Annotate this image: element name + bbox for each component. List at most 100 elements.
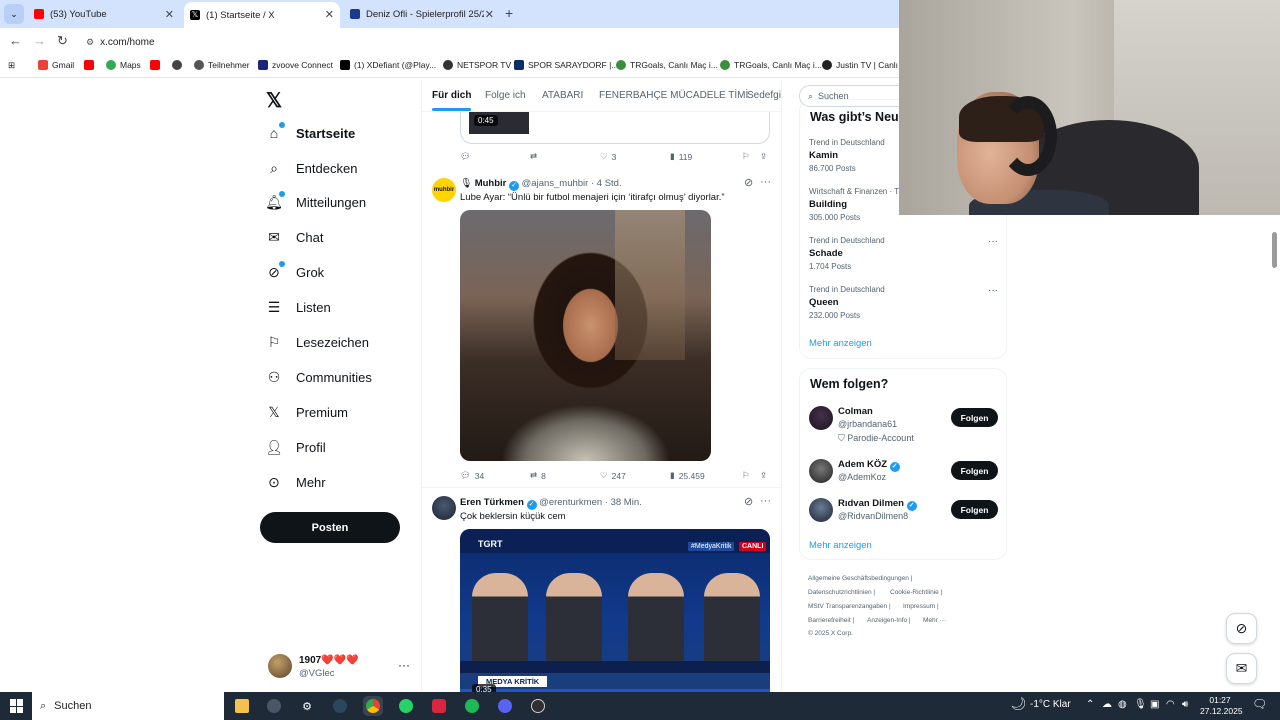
grok-icon[interactable]: ⊘ xyxy=(744,495,753,508)
app-icon[interactable] xyxy=(264,696,284,716)
like-button[interactable]: ♡ 3 xyxy=(600,151,616,162)
network-icon[interactable]: ◍ xyxy=(1118,699,1127,710)
tab-sedefgi[interactable]: Sedefgi xyxy=(747,90,781,101)
bookmark-icon[interactable]: ⚐ xyxy=(742,151,750,162)
reply-button[interactable]: 💬︎ 34 xyxy=(460,470,484,481)
avatar[interactable] xyxy=(432,496,456,520)
nav-premium[interactable]: 𝕏 Premium xyxy=(266,397,348,427)
scrollbar-thumb[interactable] xyxy=(1272,232,1277,268)
notifications-icon[interactable]: 🗨︎ xyxy=(1252,697,1267,711)
author-name[interactable]: Eren Türkmen xyxy=(460,497,524,508)
nav-chat[interactable]: ✉ Chat xyxy=(266,222,323,252)
trend-item[interactable]: Trend in Deutschland Schade 1.704 Posts xyxy=(809,236,885,271)
bookmark-youtube-2[interactable] xyxy=(150,60,160,70)
bookmark-maps[interactable]: Maps xyxy=(106,60,141,70)
bookmark-icon[interactable]: ⚐ xyxy=(742,470,750,481)
more-icon[interactable]: ··· xyxy=(398,658,410,672)
nav-mitteilungen[interactable]: 🔔︎ Mitteilungen xyxy=(265,187,366,217)
back-icon[interactable]: ← xyxy=(9,33,22,48)
volume-icon[interactable]: 🔊︎ xyxy=(1182,699,1188,710)
reply-icon[interactable]: 💬︎ xyxy=(460,151,471,162)
follow-suggestion[interactable]: Adem KÖZ ✓ @AdemKoz Folgen xyxy=(809,459,999,489)
nav-grok[interactable]: ⊘ Grok xyxy=(266,257,324,287)
bookmark-netspor[interactable]: NETSPOR TV xyxy=(443,60,511,70)
weather-text[interactable]: -1°C Klar xyxy=(1030,699,1071,710)
author-name[interactable]: Muhbir xyxy=(475,178,507,189)
display-icon[interactable]: ▣ xyxy=(1150,699,1159,710)
tab-x-home[interactable]: 𝕏 (1) Startseite / X ✕ xyxy=(184,2,340,28)
tab-folge-ich[interactable]: Folge ich xyxy=(485,90,526,101)
tab-deniz-ofli[interactable]: Deniz Ofli - Spielerprofil 25/26 ✕ xyxy=(344,2,500,26)
microphone-icon[interactable]: 🎙︎ xyxy=(1134,699,1147,710)
footer-link[interactable]: Impressum | xyxy=(903,603,939,610)
more-icon[interactable]: ··· xyxy=(988,285,998,296)
footer-link[interactable]: Anzeigen-Info | xyxy=(867,617,911,624)
show-more-follow-link[interactable]: Mehr anzeigen xyxy=(809,540,872,551)
chrome-icon[interactable] xyxy=(363,696,383,716)
account-switcher[interactable]: 1907❤️❤️❤️ @VGlec ··· xyxy=(268,654,413,682)
wifi-icon[interactable]: ◠ xyxy=(1166,699,1175,710)
nav-entdecken[interactable]: ⌕ Entdecken xyxy=(266,153,357,183)
trend-item[interactable]: Wirtschaft & Finanzen · Tr Building 305.… xyxy=(809,187,901,222)
previous-post-media[interactable] xyxy=(460,112,770,144)
more-icon[interactable]: ··· xyxy=(760,176,771,188)
tab-youtube[interactable]: (53) YouTube ✕ xyxy=(28,2,180,26)
follow-suggestion[interactable]: Colman @jrbandana61 ⛉ Parodie-Account Fo… xyxy=(809,406,999,446)
close-icon[interactable]: ✕ xyxy=(485,8,494,21)
bookmark-xdefiant[interactable]: (1) XDefiant (@Play... xyxy=(340,60,436,70)
nav-startseite[interactable]: ⌂ Startseite xyxy=(266,118,355,148)
bookmark-globe[interactable] xyxy=(172,60,182,70)
clock[interactable]: 01:27 27.12.2025 xyxy=(1200,695,1243,717)
bookmark-gmail[interactable]: Gmail xyxy=(38,60,74,70)
share-icon[interactable]: ⇪ xyxy=(760,470,767,481)
nav-mehr[interactable]: ⊙ Mehr xyxy=(266,467,326,497)
file-explorer-icon[interactable] xyxy=(232,696,252,716)
tab-search-button[interactable]: ⌄ xyxy=(4,4,24,24)
bookmark-youtube[interactable] xyxy=(84,60,94,70)
nav-communities[interactable]: ⚇ Communities xyxy=(266,362,372,392)
settings-icon[interactable]: ⚙ xyxy=(297,696,317,716)
like-button[interactable]: ♡ 247 xyxy=(600,470,626,481)
reload-icon[interactable]: ↻ xyxy=(57,33,68,49)
avatar[interactable]: muhbir xyxy=(432,178,456,202)
discord-icon[interactable] xyxy=(495,696,515,716)
tweet-photo[interactable] xyxy=(460,210,711,461)
taskbar-search[interactable]: ⌕ Suchen xyxy=(32,692,224,720)
share-icon[interactable]: ⇪ xyxy=(760,151,767,162)
author-handle[interactable]: @ajans_muhbir xyxy=(522,178,589,189)
views-button[interactable]: ▮ 25.459 xyxy=(670,470,705,481)
retweet-icon[interactable]: ⇄ xyxy=(530,151,537,162)
site-info-icon[interactable]: ⚙ xyxy=(86,37,94,48)
tab-atabari[interactable]: ATABARI xyxy=(542,90,583,101)
trend-item[interactable]: Trend in Deutschland Queen 232.000 Posts xyxy=(809,285,885,320)
x-logo-icon[interactable]: 𝕏 xyxy=(266,88,282,113)
footer-link[interactable]: Mehr ··· xyxy=(923,617,946,624)
tab-fenerbahce[interactable]: FENERBAHÇE MÜCADELE TİMİ xyxy=(599,90,748,101)
windows-start-icon[interactable] xyxy=(10,699,24,713)
close-icon[interactable]: ✕ xyxy=(165,8,174,21)
new-tab-icon[interactable]: + xyxy=(505,5,513,21)
nav-listen[interactable]: ☰ Listen xyxy=(266,292,331,322)
grok-fab[interactable]: ⊘ xyxy=(1226,613,1257,644)
footer-link[interactable]: Barrierefreiheit | xyxy=(808,617,854,624)
retweet-button[interactable]: ⇄ 8 xyxy=(530,470,546,481)
tweet-time[interactable]: · 38 Min. xyxy=(605,497,642,508)
tab-fuer-dich[interactable]: Für dich xyxy=(432,90,472,111)
forward-icon[interactable]: → xyxy=(33,33,46,48)
footer-link[interactable]: MStV Transparenzangaben | xyxy=(808,603,891,610)
messages-fab[interactable]: ✉ xyxy=(1226,653,1257,684)
apps-icon[interactable]: ⊞ xyxy=(8,60,15,71)
obs-icon[interactable] xyxy=(528,696,548,716)
steam-icon[interactable] xyxy=(330,696,350,716)
more-icon[interactable]: ··· xyxy=(760,495,771,507)
follow-button[interactable]: Folgen xyxy=(951,408,998,427)
whatsapp-icon[interactable] xyxy=(396,696,416,716)
views-button[interactable]: ▮ 119 xyxy=(670,151,692,162)
close-icon[interactable]: ✕ xyxy=(325,8,334,21)
bookmark-teilnehmer[interactable]: Teilnehmer xyxy=(194,60,250,70)
grok-icon[interactable]: ⊘ xyxy=(744,176,753,189)
bookmark-zvoove[interactable]: zvoove Connect xyxy=(258,60,333,70)
app-tray-icon[interactable]: ☁ xyxy=(1102,699,1112,710)
more-icon[interactable]: ··· xyxy=(988,236,998,247)
follow-button[interactable]: Folgen xyxy=(951,500,998,519)
